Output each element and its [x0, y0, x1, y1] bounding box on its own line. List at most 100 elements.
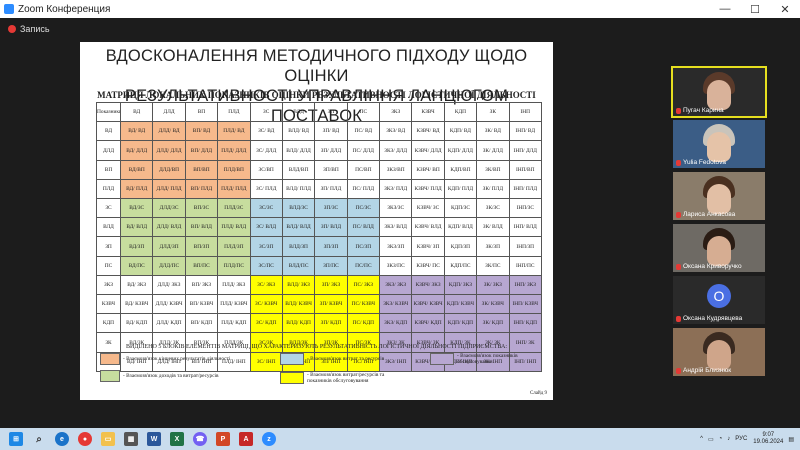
participant-tile[interactable]: O Оксана Кудрявцева [673, 276, 765, 324]
matrix-row-header: ПС [96, 255, 121, 276]
matrix-corner-cell: Показники [96, 101, 121, 123]
search-icon[interactable]: ⌕ [32, 432, 46, 446]
matrix-cell: КЗВЧ/ ВД [411, 121, 445, 142]
matrix-cell: ВЛД/ ПЛД [281, 178, 316, 200]
participant-face [707, 340, 731, 370]
matrix-cell: КДП/ЗП [443, 236, 478, 257]
participant-name: Лариса Анкасова [683, 211, 736, 218]
network-icon[interactable]: ◔ [719, 436, 723, 442]
matrix-cell: ЗК/ЗС [476, 198, 510, 219]
chrome-icon[interactable]: ● [78, 432, 92, 446]
acrobat-icon[interactable]: A [239, 432, 253, 446]
participant-face [707, 236, 731, 266]
viber-icon[interactable]: ☎ [193, 432, 207, 446]
matrix-cell: ПС/ ВД [346, 121, 381, 142]
matrix-cell: КДП/ ВД [443, 121, 478, 142]
matrix-cell: ЗС/ ВД [249, 121, 283, 142]
matrix-cell: ПЛД/ ВД [217, 121, 251, 142]
matrix-cell: ЗС/ КДП [249, 313, 283, 334]
matrix-cell: ВД/ ЗКЗ [119, 274, 154, 296]
matrix-cell: ВЛД/ ДЛД [281, 140, 316, 161]
matrix-cell: ПЛД/ЗС [217, 198, 251, 219]
matrix-cell: ЗП/ ЗКЗ [314, 274, 348, 296]
matrix-cell: ПС/ЗС [346, 198, 381, 219]
matrix-cell: ВЛД/ПС [281, 255, 316, 276]
matrix-cell: ІНП/ ПЛД [508, 178, 542, 200]
excel-icon[interactable]: X [170, 432, 184, 446]
slide-title-line-1: ВДОСКОНАЛЕННЯ МЕТОДИЧНОГО ПІДХОДУ ЩОДО О… [105, 47, 528, 85]
matrix-cell: ЗКЗ/ ВЛД [378, 217, 413, 238]
matrix-column-header: ЗКЗ [378, 101, 413, 123]
participant-face [707, 184, 731, 214]
matrix-cell: ЗС/ ПЛД [249, 178, 283, 200]
matrix-column-header: ІНП [508, 101, 542, 123]
participant-tile[interactable]: Андрій Близнюк [673, 328, 765, 376]
matrix-cell: ВЛД/ВП [281, 159, 316, 180]
matrix-cell: ЗП/ ДЛД [314, 140, 348, 161]
legend-swatch-purple [430, 353, 454, 365]
legend-text-blue: - Взаємозв'язок витрат та ресурсів [307, 356, 385, 362]
volume-icon[interactable]: ♪ [727, 436, 730, 442]
legend-item-purple: - Взаємозв'язок показників обслуговуванн… [430, 353, 540, 365]
participant-name: Yulia Fedotova [683, 159, 727, 166]
recording-indicator[interactable]: Запись [0, 18, 800, 40]
file-explorer-icon[interactable]: ▭ [101, 432, 115, 446]
matrix-cell: ДЛД/ ДЛД [152, 140, 186, 161]
matrix-cell: ВП/ВП [184, 159, 219, 180]
matrix-cell: ПС/ЗП [346, 236, 381, 257]
matrix-cell: ДЛД/ ПЛД [152, 178, 186, 200]
matrix-cell: ВП/ЗС [184, 198, 219, 219]
powerpoint-icon[interactable]: P [216, 432, 230, 446]
participant-tile[interactable]: Лариса Анкасова [673, 172, 765, 220]
participant-tile[interactable]: Пугач Карина [671, 66, 767, 118]
participant-tile[interactable]: Yulia Fedotova [673, 120, 765, 168]
legend-swatch-yellow [280, 372, 304, 384]
participant-name-row: Пугач Карина [676, 107, 724, 114]
legend-text-yellow: - Взаємозв'язок витрат/ресурсів та показ… [307, 372, 385, 384]
matrix-cell: ЗК/ ПЛД [476, 178, 510, 200]
clock[interactable]: 9:07 19.06.2024 [753, 432, 783, 446]
matrix-row-header: ЗКЗ [96, 274, 121, 296]
minimize-button[interactable]: — [710, 3, 740, 15]
word-icon[interactable]: W [147, 432, 161, 446]
notifications-icon[interactable]: ▤ [788, 436, 794, 443]
maximize-button[interactable]: ☐ [740, 3, 770, 16]
matrix-column-header: ЗК [476, 101, 510, 123]
matrix-row-header: КДП [96, 313, 121, 334]
participant-name: Оксана Криворучко [683, 263, 742, 270]
matrix-cell: ЗК/ВП [476, 159, 510, 180]
matrix-cell: ПЛД/ ВЛД [217, 217, 251, 238]
matrix-row-header: КЗВЧ [96, 294, 121, 315]
matrix-cell: ВД/ КДП [119, 313, 154, 334]
store-icon[interactable]: ▦ [124, 432, 138, 446]
matrix-cell: КЗВЧ/ КЗВЧ [411, 294, 445, 315]
matrix-cell: ДЛД/ПС [152, 255, 186, 276]
edge-icon[interactable]: e [55, 432, 69, 446]
battery-icon[interactable]: ▭ [708, 436, 714, 443]
matrix-cell: ІНП/ ВЛД [508, 217, 542, 238]
participant-avatar: O [707, 284, 731, 308]
matrix-cell: ЗК/ ДЛД [476, 140, 510, 161]
matrix-cell: ПС/ ПЛД [346, 178, 381, 200]
matrix-cell: ВД/ВП [119, 159, 154, 180]
matrix-row: КДП ВД/ КДП ДЛД/ КДП ВП/ КДП ПЛД/ КДП ЗС/ КДП… [96, 313, 542, 334]
matrix-row-header: ВЛД [96, 217, 121, 238]
matrix-cell: ПЛД/ КДП [217, 313, 251, 334]
language-indicator[interactable]: РУС [735, 436, 747, 442]
zoom-icon[interactable]: z [262, 432, 276, 446]
matrix-row: ЗС ВД/ЗС ДЛД/ЗС ВП/ЗС ПЛД/ЗС ЗС/ЗС ВЛД/ЗС ЗП/ЗС… [96, 198, 542, 219]
matrix-column-header: ДЛД [152, 101, 186, 123]
matrix-header-row: Показники ВД ДЛД ВП ПЛД ЗС ВЛД ЗП ПС ЗКЗ КЗВЧ КДП ЗК… [96, 101, 542, 123]
matrix-cell: ВП/ ВД [184, 121, 219, 142]
muted-mic-icon [676, 107, 681, 114]
legend-item-orange: - Взаємозв'язок кінцевих результатів дія… [100, 353, 230, 365]
chevron-up-icon[interactable]: ^ [700, 436, 703, 442]
matrix-cell: ПЛД/ ПЛД [217, 178, 251, 200]
participant-tile[interactable]: Оксана Криворучко [673, 224, 765, 272]
matrix-row: КЗВЧ ВД/ КЗВЧ ДЛД/ КЗВЧ ВП/ КЗВЧ ПЛД/ КЗВЧ ЗС… [96, 294, 542, 315]
matrix-cell: ЗП/ КДП [314, 313, 348, 334]
windows-start-icon[interactable]: ⊞ [9, 432, 23, 446]
close-button[interactable]: ✕ [770, 3, 800, 16]
participant-name: Андрій Близнюк [683, 367, 732, 374]
matrix-cell: КЗВЧ/ КДП [411, 313, 445, 334]
